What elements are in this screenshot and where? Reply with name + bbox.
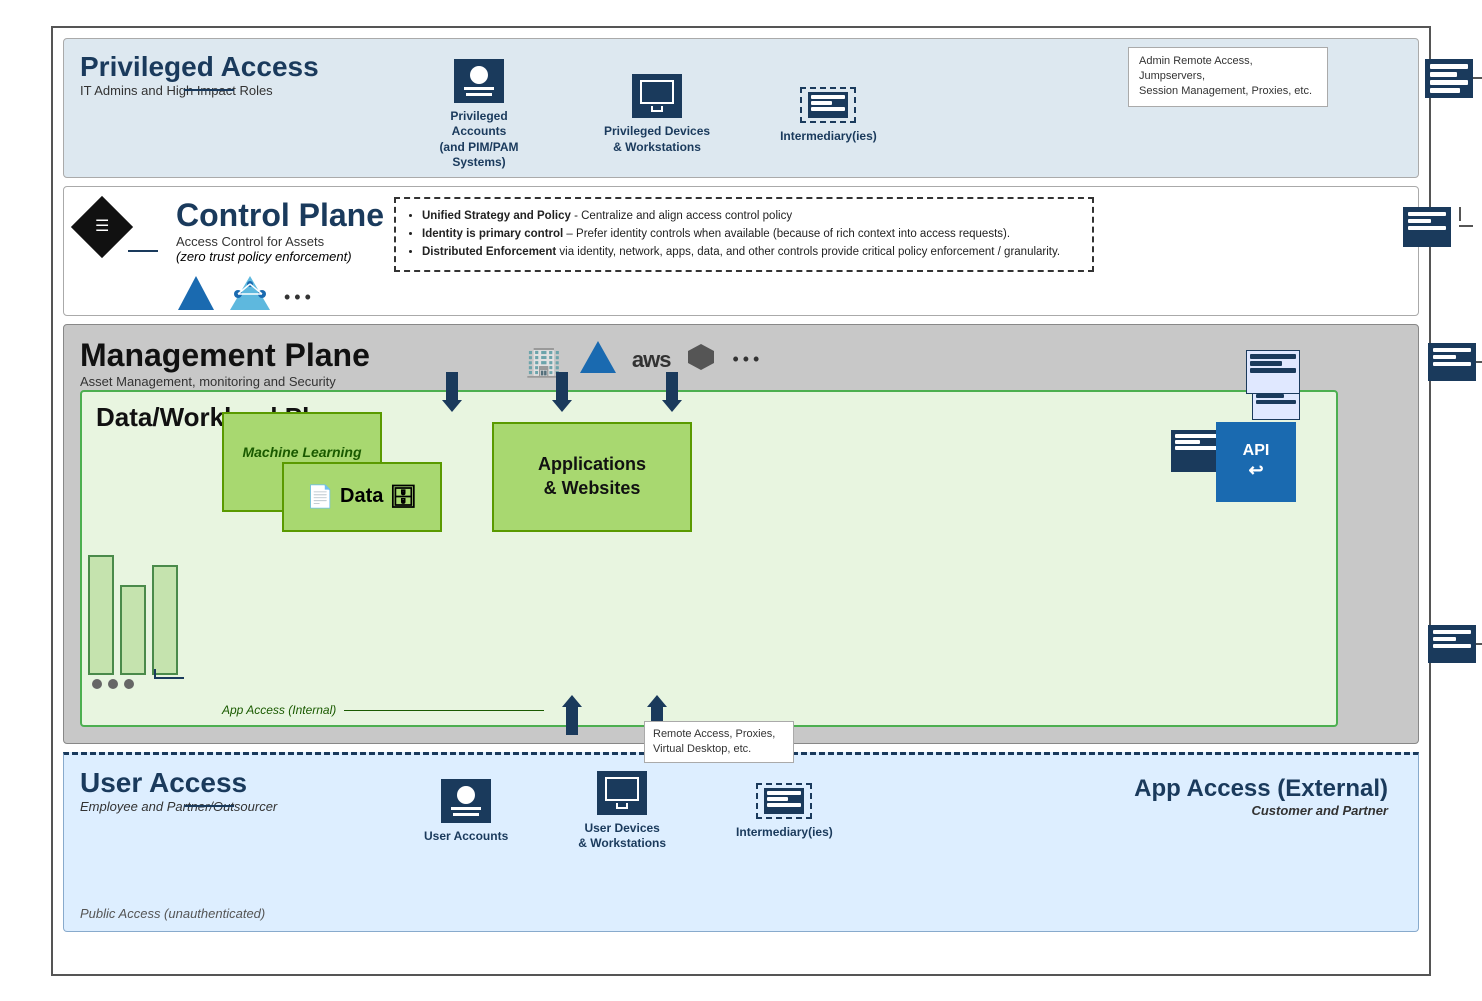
user-intermediary-icon: [756, 783, 812, 819]
management-dots: •••: [732, 349, 763, 370]
management-plane-section: Management Plane Asset Management, monit…: [63, 324, 1419, 744]
management-right-panel: [1428, 343, 1476, 381]
control-italic: (zero trust policy enforcement): [176, 249, 384, 264]
azure-network-icon: [228, 272, 272, 312]
policy-item-2: Identity is primary control – Prefer ide…: [422, 225, 1080, 243]
control-icons: •••: [176, 272, 384, 312]
user-devices-icon: [597, 771, 647, 815]
control-policy-box: Unified Strategy and Policy - Centralize…: [394, 197, 1094, 272]
app-access-external: App Access (External) Customer and Partn…: [1134, 775, 1388, 818]
privileged-right-connector: [1473, 77, 1482, 79]
control-arrow: [128, 250, 158, 252]
privileged-access-section: Privileged Access IT Admins and High Imp…: [63, 38, 1419, 178]
bar-1: [88, 555, 114, 675]
up-arrow-1: [562, 695, 582, 735]
privileged-devices-icon: [632, 74, 682, 118]
privileged-devices-item: Privileged Devices& Workstations: [604, 74, 710, 155]
app-access-internal: App Access (Internal): [222, 703, 544, 717]
privileged-title: Privileged Access: [80, 51, 319, 83]
mgmt-right-conn-2: [1476, 643, 1482, 645]
data-box: 📄 Data 🗄: [282, 462, 442, 532]
bar-3: [152, 565, 178, 675]
privileged-accounts-icon: [454, 59, 504, 103]
arrow-down-2: [552, 372, 572, 412]
privileged-accounts-label: Privileged Accounts(and PIM/PAM Systems): [424, 109, 534, 171]
flow-arrows-container: [442, 372, 682, 412]
privileged-right-panel: [1425, 59, 1473, 98]
api-box: API ↩: [1216, 422, 1296, 502]
management-subtitle: Asset Management, monitoring and Securit…: [80, 374, 370, 389]
admin-tooltip: Admin Remote Access, Jumpservers, Sessio…: [1128, 47, 1328, 107]
azure-pyramid-icon: [176, 272, 216, 312]
apps-label: Applications& Websites: [538, 453, 646, 500]
management-title: Management Plane: [80, 337, 370, 374]
bar-dots: [92, 679, 134, 689]
privileged-intermediary-label: Intermediary(ies): [780, 129, 877, 143]
control-left-content: Control Plane Access Control for Assets …: [176, 197, 384, 312]
management-right-connector-h: [1476, 361, 1482, 363]
user-accounts-icon: [441, 779, 491, 823]
left-bars-container: [88, 402, 208, 695]
user-access-section: User Access Employee and Partner/Outsour…: [63, 752, 1419, 932]
api-icon: ↩: [1248, 460, 1263, 481]
privileged-intermediary-item: Intermediary(ies): [780, 87, 877, 143]
privileged-devices-label: Privileged Devices& Workstations: [604, 124, 710, 155]
user-intermediary-item: Intermediary(ies): [736, 783, 833, 839]
user-intermediary-label: Intermediary(ies): [736, 825, 833, 839]
app-access-external-subtitle: Customer and Partner: [1134, 803, 1388, 818]
control-title: Control Plane: [176, 197, 384, 234]
remote-tooltip: Remote Access, Proxies,Virtual Desktop, …: [644, 721, 794, 764]
hexagon-icon: [686, 342, 716, 377]
user-title: User Access: [80, 767, 277, 799]
control-dots: •••: [284, 287, 315, 312]
data-db-icon: 🗄: [389, 484, 417, 510]
management-right-panel-2: [1428, 625, 1476, 663]
policy-item-3: Distributed Enforcement via identity, ne…: [422, 243, 1080, 261]
privileged-intermediary-icon: [800, 87, 856, 123]
user-devices-item: User Devices& Workstations: [578, 771, 666, 852]
user-accounts-label: User Accounts: [424, 829, 508, 843]
api-label: API: [1243, 442, 1270, 460]
policy-item-1: Unified Strategy and Policy - Centralize…: [422, 207, 1080, 225]
privileged-items-row: Privileged Accounts(and PIM/PAM Systems)…: [424, 59, 877, 171]
privileged-accounts-item: Privileged Accounts(and PIM/PAM Systems): [424, 59, 534, 171]
bar-2: [120, 585, 146, 675]
apps-box: Applications& Websites: [492, 422, 692, 532]
arrow-down-3: [662, 372, 682, 412]
user-devices-label: User Devices& Workstations: [578, 821, 666, 852]
control-subtitle: Access Control for Assets: [176, 234, 384, 249]
aws-icon: aws: [632, 347, 671, 373]
public-access-label: Public Access (unauthenticated): [80, 906, 265, 921]
dataworkload-section: Data/Workload Plane: [80, 390, 1338, 727]
data-file-icon: 📄: [307, 484, 334, 510]
control-right-panel: [1403, 207, 1473, 247]
arrow-down-1: [442, 372, 462, 412]
apps-screen-icon: [1171, 430, 1221, 472]
app-access-external-title: App Access (External): [1134, 775, 1388, 803]
user-items-row: User Accounts User Devices& Workstations…: [424, 771, 833, 852]
control-plane-section: ☰ Control Plane Access Control for Asset…: [63, 186, 1419, 316]
main-diagram: Privileged Access IT Admins and High Imp…: [51, 26, 1431, 976]
workload-right-screen: [1246, 350, 1300, 394]
control-diamond-icon: ☰: [71, 195, 133, 257]
data-label: Data: [340, 485, 383, 508]
user-accounts-item: User Accounts: [424, 779, 508, 843]
user-subtitle: Employee and Partner/Outsourcer: [80, 799, 277, 814]
